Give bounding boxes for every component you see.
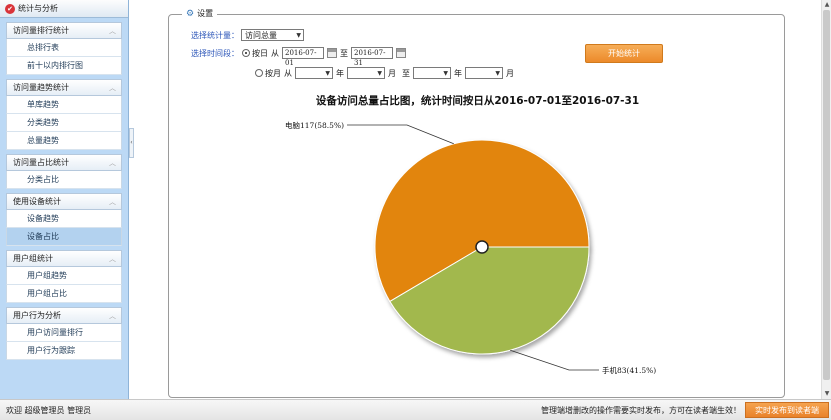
status-bar: 欢迎 超级管理员 管理员 管理端增删改的操作需要实时发布，方可在读者端生效！ 实… xyxy=(0,399,831,420)
sidebar-item[interactable]: 用户组占比 xyxy=(6,285,122,303)
sidebar-item[interactable]: 用户访问量排行 xyxy=(6,324,122,342)
vertical-scrollbar[interactable]: ▲ ▼ xyxy=(821,0,831,399)
chevron-up-icon: ︿ xyxy=(109,197,116,206)
sidebar-title: 统计与分析 xyxy=(18,4,58,13)
sidebar-group-label: 使用设备统计 xyxy=(13,197,61,206)
sidebar-group-label: 用户组统计 xyxy=(13,254,53,263)
sidebar-group: 访问量排行统计 ︿ 总排行表 前十以内排行图 xyxy=(6,22,122,75)
chevron-up-icon: ︿ xyxy=(109,254,116,263)
sidebar-item[interactable]: 总排行表 xyxy=(6,39,122,57)
sidebar-group: 用户组统计 ︿ 用户组趋势 用户组占比 xyxy=(6,250,122,303)
chevron-up-icon: ︿ xyxy=(109,83,116,92)
publish-button[interactable]: 实时发布到读者端 xyxy=(745,402,829,418)
sidebar-groups: 访问量排行统计 ︿ 总排行表 前十以内排行图 访问量趋势统计 ︿ 单库趋势 分类趋势 总量趋势访… xyxy=(0,22,128,360)
pie-label: 手机83(41.5%) xyxy=(602,365,656,375)
sidebar: ✔ 统计与分析 访问量排行统计 ︿ 总排行表 前十以内排行图 访问量趋势统计 ︿ 单库趋势分… xyxy=(0,0,129,399)
stats-icon: ✔ xyxy=(5,3,15,14)
sidebar-group-label: 访问量趋势统计 xyxy=(13,83,69,92)
pie-center xyxy=(475,240,489,254)
sidebar-group-header[interactable]: 访问量排行统计 ︿ xyxy=(6,22,122,39)
chevron-up-icon: ︿ xyxy=(109,158,116,167)
sidebar-group-label: 用户行为分析 xyxy=(13,311,61,320)
scroll-up-icon[interactable]: ▲ xyxy=(822,0,831,10)
sidebar-item[interactable]: 前十以内排行图 xyxy=(6,57,122,75)
sidebar-group-header[interactable]: 使用设备统计 ︿ xyxy=(6,193,122,210)
sidebar-group: 访问量趋势统计 ︿ 单库趋势 分类趋势 总量趋势 xyxy=(6,79,122,150)
sidebar-item[interactable]: 分类占比 xyxy=(6,171,122,189)
sidebar-group-label: 访问量排行统计 xyxy=(13,26,69,35)
sidebar-item[interactable]: 用户行为跟踪 xyxy=(6,342,122,360)
chevron-up-icon: ︿ xyxy=(109,26,116,35)
sidebar-group-label: 访问量占比统计 xyxy=(13,158,69,167)
sidebar-item[interactable]: 总量趋势 xyxy=(6,132,122,150)
sidebar-group-header[interactable]: 访问量占比统计 ︿ xyxy=(6,154,122,171)
welcome-text: 欢迎 超级管理员 管理员 xyxy=(6,405,92,415)
sidebar-group: 用户行为分析 ︿ 用户访问量排行 用户行为跟踪 xyxy=(6,307,122,360)
sidebar-header: ✔ 统计与分析 xyxy=(0,0,128,18)
sidebar-group-header[interactable]: 用户组统计 ︿ xyxy=(6,250,122,267)
sidebar-item[interactable]: 设备占比 xyxy=(6,228,122,246)
pie-label: 电脑117(58.5%) xyxy=(285,120,344,130)
sidebar-item[interactable]: 单库趋势 xyxy=(6,96,122,114)
sidebar-group: 使用设备统计 ︿ 设备趋势 设备占比 xyxy=(6,193,122,246)
chevron-up-icon: ︿ xyxy=(109,311,116,320)
sidebar-item[interactable]: 设备趋势 xyxy=(6,210,122,228)
settings-fieldset: ⚙ 设置 选择统计量： 访问总量 ▼ 选择时间段： 按日 从 2016-07-0… xyxy=(168,8,785,398)
sidebar-item[interactable]: 分类趋势 xyxy=(6,114,122,132)
sidebar-collapse-handle[interactable]: ‹ xyxy=(129,128,134,158)
sidebar-group: 访问量占比统计 ︿ 分类占比 xyxy=(6,154,122,189)
sidebar-group-header[interactable]: 用户行为分析 ︿ xyxy=(6,307,122,324)
main-panel: ⚙ 设置 选择统计量： 访问总量 ▼ 选择时间段： 按日 从 2016-07-0… xyxy=(139,0,821,399)
sidebar-item[interactable]: 用户组趋势 xyxy=(6,267,122,285)
pie-leader-line xyxy=(347,124,454,145)
pie-chart: 电脑117(58.5%) 手机83(41.5%) xyxy=(285,120,656,375)
pie-leader-line xyxy=(510,349,599,371)
sidebar-group-header[interactable]: 访问量趋势统计 ︿ xyxy=(6,79,122,96)
scroll-thumb[interactable] xyxy=(823,10,830,380)
publish-notice: 管理端增删改的操作需要实时发布，方可在读者端生效！ xyxy=(541,405,741,415)
scroll-down-icon[interactable]: ▼ xyxy=(822,389,831,399)
